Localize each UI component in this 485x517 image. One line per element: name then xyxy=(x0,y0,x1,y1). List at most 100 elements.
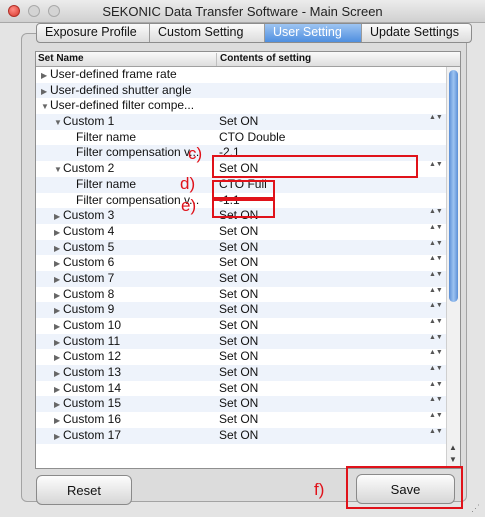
set-name: Custom 12 xyxy=(63,349,122,364)
disclosure-expanded-icon[interactable]: ▼ xyxy=(54,115,63,131)
disclosure-collapsed-icon[interactable]: ▶ xyxy=(54,429,63,445)
table-row[interactable]: ▶ Custom 4 Set ON ▲▼ xyxy=(36,224,446,240)
table-row[interactable]: ▶ Custom 13 Set ON ▲▼ xyxy=(36,365,446,381)
scrollbar-thumb[interactable] xyxy=(449,70,458,302)
stepper-icon[interactable]: ▲▼ xyxy=(429,255,443,262)
disclosure-collapsed-icon[interactable]: ▶ xyxy=(54,335,63,351)
table-row[interactable]: ▶ Custom 8 Set ON ▲▼ xyxy=(36,287,446,303)
reset-button[interactable]: Reset xyxy=(36,475,132,505)
table-row[interactable]: ▶ User-defined frame rate xyxy=(36,67,446,83)
set-name: Custom 2 xyxy=(63,161,115,176)
stepper-icon[interactable]: ▲▼ xyxy=(429,161,443,168)
set-name: User-defined shutter angle xyxy=(50,82,192,97)
setting-value: Set ON xyxy=(219,333,259,348)
table-row[interactable]: ▶ Custom 11 Set ON ▲▼ xyxy=(36,333,446,351)
stepper-icon[interactable]: ▲▼ xyxy=(429,302,443,309)
stepper-icon[interactable]: ▲▼ xyxy=(429,428,443,435)
setting-value: Set ON xyxy=(219,412,259,427)
stepper-icon[interactable]: ▲▼ xyxy=(429,271,443,278)
disclosure-collapsed-icon[interactable]: ▶ xyxy=(54,413,63,429)
annotation-label-e: e) xyxy=(181,196,197,215)
annotation-label-c: c) xyxy=(188,144,203,163)
disclosure-expanded-icon[interactable]: ▼ xyxy=(41,99,50,115)
table-row[interactable]: ▶ Custom 5 Set ON ▲▼ xyxy=(36,239,446,257)
scroll-up-arrow-icon[interactable]: ▲ xyxy=(449,443,457,452)
table-row[interactable]: ▶ Custom 17 Set ON ▲▼ xyxy=(36,427,446,445)
table-row[interactable]: ▶ Custom 9 Set ON ▲▼ xyxy=(36,302,446,318)
stepper-icon[interactable]: ▲▼ xyxy=(429,349,443,356)
disclosure-collapsed-icon[interactable]: ▶ xyxy=(41,84,50,100)
main-window: SEKONIC Data Transfer Software - Main Sc… xyxy=(0,0,485,517)
stepper-icon[interactable]: ▲▼ xyxy=(429,318,443,325)
disclosure-collapsed-icon[interactable]: ▶ xyxy=(54,303,63,319)
annotation-box-e xyxy=(212,199,275,218)
set-name: Custom 3 xyxy=(63,208,115,223)
set-name: Custom 16 xyxy=(63,412,122,427)
tab-bar: Exposure Profile Custom Setting User Set… xyxy=(36,23,472,43)
table-row[interactable]: ▼Custom 1 Set ON ▲▼ xyxy=(36,114,446,130)
set-name: Custom 9 xyxy=(63,302,115,317)
set-name: Custom 10 xyxy=(63,318,122,332)
stepper-icon[interactable]: ▲▼ xyxy=(429,208,443,215)
set-name: Custom 5 xyxy=(63,239,115,254)
setting-value: Set ON xyxy=(219,349,259,364)
stepper-icon[interactable]: ▲▼ xyxy=(429,396,443,403)
set-name: Custom 4 xyxy=(63,223,115,238)
setting-value: Set ON xyxy=(219,302,259,317)
table-row[interactable]: ▼User-defined filter compe... xyxy=(36,98,446,114)
set-name: Custom 17 xyxy=(63,427,122,442)
disclosure-collapsed-icon[interactable]: ▶ xyxy=(54,241,63,257)
column-header-contents[interactable]: Contents of setting xyxy=(216,53,311,66)
scroll-down-arrow-icon[interactable]: ▼ xyxy=(449,455,457,464)
disclosure-collapsed-icon[interactable]: ▶ xyxy=(54,256,63,272)
stepper-icon[interactable]: ▲▼ xyxy=(429,334,443,341)
disclosure-collapsed-icon[interactable]: ▶ xyxy=(54,272,63,288)
table-row[interactable]: ▶ Custom 6 Set ON ▲▼ xyxy=(36,255,446,271)
set-name: Custom 7 xyxy=(63,270,115,285)
stepper-icon[interactable]: ▲▼ xyxy=(429,240,443,247)
stepper-icon[interactable]: ▲▼ xyxy=(429,365,443,372)
setting-value: Set ON xyxy=(219,270,259,285)
disclosure-collapsed-icon[interactable]: ▶ xyxy=(54,319,63,335)
disclosure-collapsed-icon[interactable]: ▶ xyxy=(54,225,63,241)
set-name: Custom 13 xyxy=(63,365,122,380)
disclosure-collapsed-icon[interactable]: ▶ xyxy=(54,382,63,398)
stepper-icon[interactable]: ▲▼ xyxy=(429,287,443,294)
disclosure-expanded-icon[interactable]: ▼ xyxy=(54,162,63,178)
table-row[interactable]: ▶ Custom 16 Set ON ▲▼ xyxy=(36,412,446,428)
table-row[interactable]: ▶ Custom 10 Set ON ▲▼ xyxy=(36,318,446,334)
disclosure-collapsed-icon[interactable]: ▶ xyxy=(54,366,63,382)
tab-user-setting[interactable]: User Setting xyxy=(265,24,362,42)
vertical-scrollbar[interactable]: ▲ ▼ xyxy=(446,67,460,467)
table-row[interactable]: ▶ User-defined shutter angle xyxy=(36,82,446,100)
setting-value: Set ON xyxy=(219,286,259,301)
disclosure-collapsed-icon[interactable]: ▶ xyxy=(54,209,63,225)
setting-value: Set ON xyxy=(219,318,259,332)
column-header-set-name[interactable]: Set Name xyxy=(38,53,84,64)
disclosure-collapsed-icon[interactable]: ▶ xyxy=(54,350,63,366)
window-title: SEKONIC Data Transfer Software - Main Sc… xyxy=(102,4,383,19)
title-bar: SEKONIC Data Transfer Software - Main Sc… xyxy=(0,0,485,23)
disclosure-collapsed-icon[interactable]: ▶ xyxy=(54,397,63,413)
disclosure-collapsed-icon[interactable]: ▶ xyxy=(41,68,50,84)
stepper-icon[interactable]: ▲▼ xyxy=(429,412,443,419)
stepper-icon[interactable]: ▲▼ xyxy=(429,114,443,121)
setting-value: Set ON xyxy=(219,427,259,442)
table-row[interactable]: ▶ Custom 15 Set ON ▲▼ xyxy=(36,396,446,413)
tab-exposure-profile[interactable]: Exposure Profile xyxy=(37,24,150,42)
table-row[interactable]: ▶ Custom 14 Set ON ▲▼ xyxy=(36,381,446,397)
stepper-icon[interactable]: ▲▼ xyxy=(429,381,443,388)
stepper-icon[interactable]: ▲▼ xyxy=(429,224,443,231)
table-row[interactable]: ▶ Custom 7 Set ON ▲▼ xyxy=(36,270,446,288)
set-name: Custom 8 xyxy=(63,286,115,301)
annotation-box-f xyxy=(346,466,463,509)
table-row[interactable]: ▶ Custom 12 Set ON ▲▼ xyxy=(36,349,446,365)
disclosure-collapsed-icon[interactable]: ▶ xyxy=(54,288,63,304)
setting-value: Set ON xyxy=(219,114,259,129)
set-name: User-defined frame rate xyxy=(50,67,177,81)
tab-custom-setting[interactable]: Custom Setting xyxy=(150,24,265,42)
resize-grip-icon[interactable]: ⋰ xyxy=(471,503,481,513)
set-name: Custom 11 xyxy=(63,333,121,348)
table-row[interactable]: Filter name CTO Double xyxy=(36,130,446,146)
tab-update-settings[interactable]: Update Settings xyxy=(362,24,471,42)
